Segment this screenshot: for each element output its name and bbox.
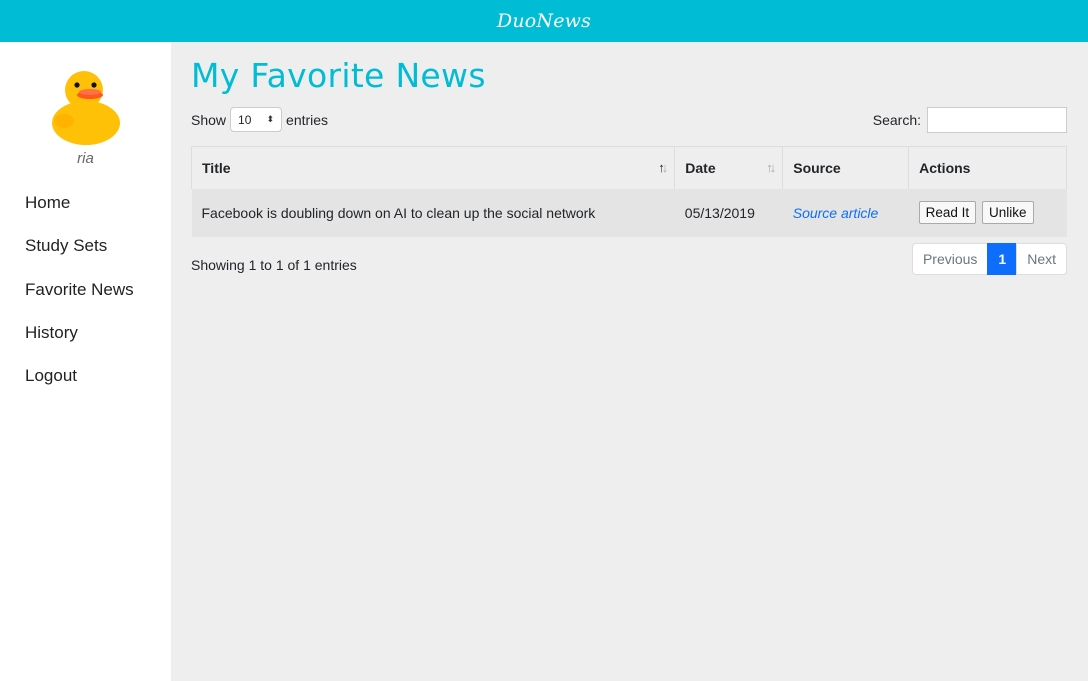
sidebar-item-study-sets[interactable]: Study Sets [25, 235, 134, 278]
sidebar-item-home[interactable]: Home [25, 192, 134, 235]
sidebar-item-favorite-news[interactable]: Favorite News [25, 279, 134, 322]
column-header-actions: Actions [908, 146, 1067, 189]
table-row: Facebook is doubling down on AI to clean… [191, 188, 1067, 237]
cell-title: Facebook is doubling down on AI to clean… [191, 188, 675, 237]
duck-avatar-icon [52, 71, 120, 145]
sidebar-item-history[interactable]: History [25, 322, 134, 365]
column-header-date[interactable]: Date ↑↓ [674, 146, 784, 189]
source-article-link[interactable]: Source article [793, 205, 879, 221]
entries-select[interactable]: 10 ⬍ [230, 107, 283, 132]
entries-length-control: Show 10 ⬍ entries [191, 107, 328, 132]
pagination-previous[interactable]: Previous [911, 243, 989, 275]
top-bar: DuoNews [0, 0, 1088, 42]
sidebar-item-logout[interactable]: Logout [25, 365, 134, 408]
cell-date: 05/13/2019 [674, 188, 783, 237]
length-prefix: Show [191, 111, 227, 128]
select-caret-icon: ⬍ [266, 114, 275, 124]
unlike-button[interactable]: Unlike [982, 201, 1034, 224]
sidebar-nav: Home Study Sets Favorite News History Lo… [25, 192, 134, 408]
search-control: Search: [873, 107, 1067, 133]
table-info: Showing 1 to 1 of 1 entries [191, 257, 357, 273]
sidebar: ria Home Study Sets Favorite News Histor… [0, 42, 171, 681]
column-header-title[interactable]: Title ↑↓ [190, 146, 676, 189]
page-title: My Favorite News [191, 56, 486, 95]
search-label: Search: [872, 112, 921, 128]
sort-icon: ↑↓ [766, 160, 776, 175]
column-header-source: Source [782, 146, 910, 189]
favorites-table: Title ↑↓ Date ↑↓ Source Actions Facebook… [190, 146, 1067, 237]
pagination-page-current[interactable]: 1 [987, 243, 1018, 275]
entries-select-value: 10 [238, 112, 252, 127]
pagination: Previous 1 Next [911, 243, 1067, 275]
sort-icon: ↑↓ [658, 160, 668, 175]
pagination-next[interactable]: Next [1016, 243, 1067, 275]
main-content: My Favorite News Show 10 ⬍ entries Searc… [190, 42, 1067, 681]
cell-actions: Read It Unlike [908, 188, 1067, 237]
username: ria [77, 150, 94, 167]
search-input[interactable] [927, 107, 1067, 133]
length-suffix: entries [286, 111, 329, 128]
cell-source: Source article [782, 188, 909, 237]
read-it-button[interactable]: Read It [918, 201, 977, 224]
brand-title: DuoNews [496, 10, 592, 32]
